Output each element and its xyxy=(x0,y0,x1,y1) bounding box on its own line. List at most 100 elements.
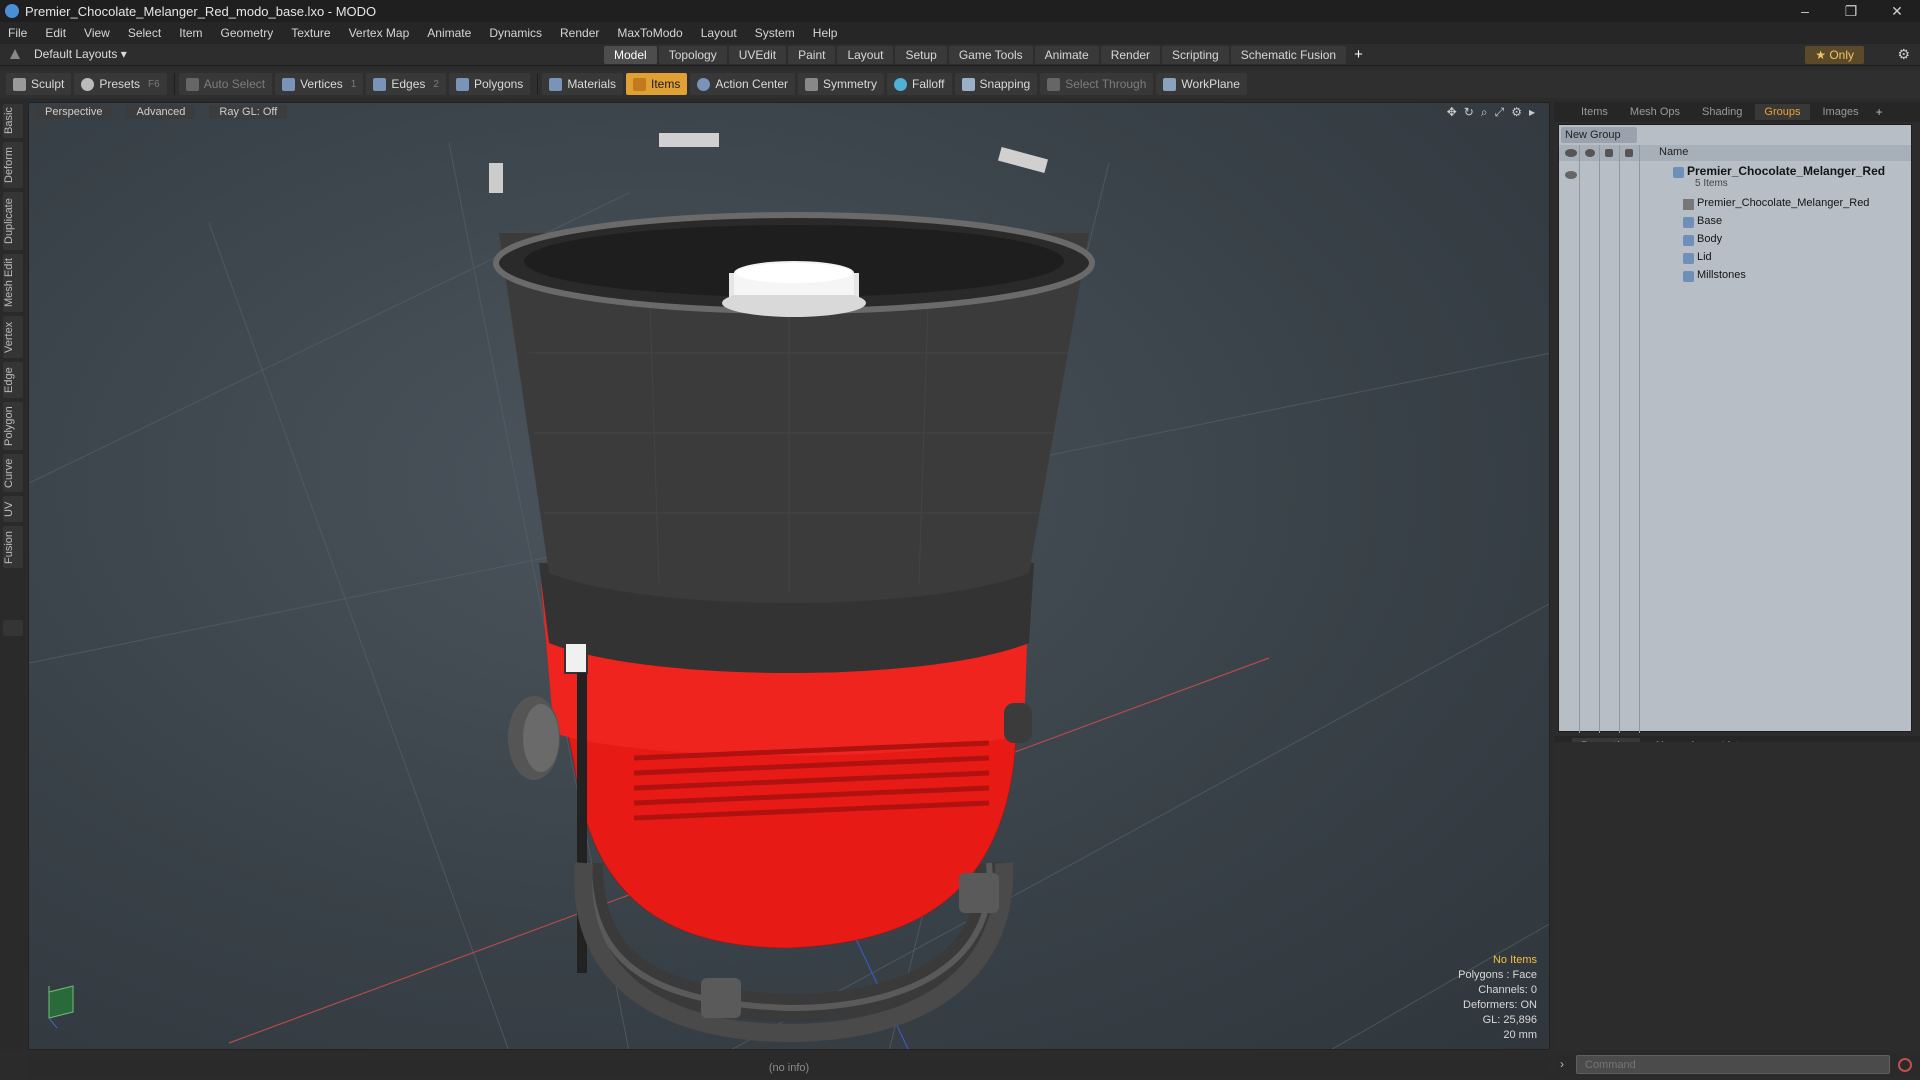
tab-topology[interactable]: Topology xyxy=(658,46,727,64)
visibility-icon xyxy=(1565,149,1577,157)
presets-button[interactable]: Presets F6 xyxy=(74,73,167,95)
maximize-icon[interactable]: ⤢ xyxy=(1495,105,1505,120)
group-row[interactable]: Premier_Chocolate_Melanger_Red 5 Items xyxy=(1559,163,1911,191)
symmetry-button[interactable]: Symmetry xyxy=(798,73,885,95)
list-item[interactable]: Base xyxy=(1559,213,1911,231)
new-group-button[interactable]: New Group xyxy=(1561,127,1637,143)
tab-fusion[interactable]: Fusion xyxy=(3,526,23,568)
menu-render[interactable]: Render xyxy=(560,26,599,40)
menu-layout[interactable]: Layout xyxy=(701,26,737,40)
mesh-icon xyxy=(1683,253,1694,264)
menu-file[interactable]: File xyxy=(8,26,27,40)
menu-view[interactable]: View xyxy=(84,26,110,40)
channels-info: Channels: 0 xyxy=(1478,984,1537,996)
tab-mesh-edit[interactable]: Mesh Edit xyxy=(3,254,23,312)
raygl-toggle[interactable]: Ray GL: Off xyxy=(209,105,288,119)
menu-vertex-map[interactable]: Vertex Map xyxy=(349,26,410,40)
items-button[interactable]: Items xyxy=(626,73,688,95)
3d-viewport[interactable]: Perspective Advanced Ray GL: Off ✥ ↻ ⌕ ⤢… xyxy=(28,102,1550,1050)
menu-system[interactable]: System xyxy=(755,26,795,40)
layout-selector[interactable]: Default Layouts ▾ xyxy=(10,47,127,61)
materials-button[interactable]: Materials xyxy=(542,73,623,95)
tab-curve[interactable]: Curve xyxy=(3,454,23,492)
menu-texture[interactable]: Texture xyxy=(291,26,330,40)
restore-button[interactable]: ❐ xyxy=(1828,0,1874,22)
tab-render[interactable]: Render xyxy=(1100,46,1161,64)
brush-icon xyxy=(13,77,26,91)
sculpt-button[interactable]: Sculpt xyxy=(6,73,72,95)
tab-uv[interactable]: UV xyxy=(3,496,23,522)
window-title: Premier_Chocolate_Melanger_Red_modo_base… xyxy=(25,3,377,19)
layout-name: Default Layouts ▾ xyxy=(34,47,127,61)
vertices-icon xyxy=(282,77,296,91)
deformers-info: Deformers: ON xyxy=(1463,999,1537,1011)
tab-setup[interactable]: Setup xyxy=(895,46,947,64)
select-through-icon xyxy=(1047,77,1061,91)
menu-animate[interactable]: Animate xyxy=(427,26,471,40)
list-item[interactable]: Millstones xyxy=(1559,267,1911,285)
list-item[interactable]: Premier_Chocolate_Melanger_Red xyxy=(1559,195,1911,213)
add-tab-button[interactable]: + xyxy=(1876,105,1883,119)
visibility-eye-icon[interactable] xyxy=(1565,171,1577,179)
shading-mode-dropdown[interactable]: Advanced xyxy=(126,105,196,119)
tab-images[interactable]: Images xyxy=(1814,104,1868,120)
pan-icon[interactable]: ✥ xyxy=(1447,105,1457,120)
tab-items[interactable]: Items xyxy=(1572,104,1617,120)
menu-maxtomodo[interactable]: MaxToModo xyxy=(617,26,682,40)
edges-button[interactable]: Edges 2 xyxy=(366,73,446,95)
minimize-button[interactable]: – xyxy=(1782,0,1828,22)
view-mode-dropdown[interactable]: Perspective xyxy=(35,105,113,119)
tab-layout[interactable]: Layout xyxy=(837,46,894,64)
viewport-settings-icon[interactable]: ⚙ xyxy=(1511,105,1522,120)
tab-groups[interactable]: Groups xyxy=(1755,104,1810,120)
polygons-button[interactable]: Polygons xyxy=(448,73,531,95)
snapping-button[interactable]: Snapping xyxy=(954,73,1038,95)
menu-help[interactable]: Help xyxy=(813,26,838,40)
list-item[interactable]: Body xyxy=(1559,231,1911,249)
command-input[interactable] xyxy=(1576,1055,1890,1074)
vertices-button[interactable]: Vertices 1 xyxy=(275,73,364,95)
falloff-button[interactable]: Falloff xyxy=(887,73,952,95)
tab-polygon[interactable]: Polygon xyxy=(3,402,23,450)
tab-schematic-fusion[interactable]: Schematic Fusion xyxy=(1230,46,1347,64)
tab-vertex[interactable]: Vertex xyxy=(3,316,23,358)
auto-select-button[interactable]: Auto Select xyxy=(178,73,273,95)
zoom-icon[interactable]: ⌕ xyxy=(1481,105,1488,120)
groups-list[interactable]: New Group Name Premier_Chocolate_Melange… xyxy=(1558,124,1912,733)
tab-basic[interactable]: Basic xyxy=(3,104,23,138)
tab-game-tools[interactable]: Game Tools xyxy=(948,46,1033,64)
tab-paint[interactable]: Paint xyxy=(788,46,836,64)
menu-item[interactable]: Item xyxy=(179,26,202,40)
workplane-button[interactable]: WorkPlane xyxy=(1156,73,1247,95)
only-toggle[interactable]: ★ Only xyxy=(1805,46,1864,64)
tab-uvedit[interactable]: UVEdit xyxy=(728,46,787,64)
tab-edge[interactable]: Edge xyxy=(3,362,23,398)
snapping-icon xyxy=(961,77,975,91)
rotate-icon[interactable]: ↻ xyxy=(1464,105,1474,120)
select-through-button[interactable]: Select Through xyxy=(1040,73,1154,95)
add-tab-button[interactable]: + xyxy=(1354,46,1363,64)
tab-collapse[interactable] xyxy=(3,620,23,636)
tab-scripting[interactable]: Scripting xyxy=(1162,46,1229,64)
action-center-button[interactable]: Action Center xyxy=(690,73,796,95)
gear-icon[interactable]: ⚙ xyxy=(1897,46,1910,63)
tab-shading[interactable]: Shading xyxy=(1693,104,1751,120)
list-item[interactable]: Lid xyxy=(1559,249,1911,267)
menu-geometry[interactable]: Geometry xyxy=(221,26,274,40)
materials-icon xyxy=(549,77,563,91)
group-count: 5 Items xyxy=(1695,178,1728,189)
menu-select[interactable]: Select xyxy=(128,26,161,40)
menu-edit[interactable]: Edit xyxy=(45,26,66,40)
menu-dynamics[interactable]: Dynamics xyxy=(489,26,542,40)
record-macro-icon[interactable] xyxy=(1898,1058,1912,1072)
viewport-menu-arrow-icon[interactable]: ▸ xyxy=(1529,105,1535,120)
tab-mesh-ops[interactable]: Mesh Ops xyxy=(1621,104,1689,120)
tab-deform[interactable]: Deform xyxy=(3,142,23,188)
close-button[interactable]: ✕ xyxy=(1874,0,1920,22)
name-column-header[interactable]: Name xyxy=(1659,146,1688,158)
symmetry-icon xyxy=(805,77,819,91)
tab-duplicate[interactable]: Duplicate xyxy=(3,192,23,250)
polygons-icon xyxy=(455,77,469,91)
tab-animate[interactable]: Animate xyxy=(1034,46,1099,64)
tab-model[interactable]: Model xyxy=(604,46,657,64)
